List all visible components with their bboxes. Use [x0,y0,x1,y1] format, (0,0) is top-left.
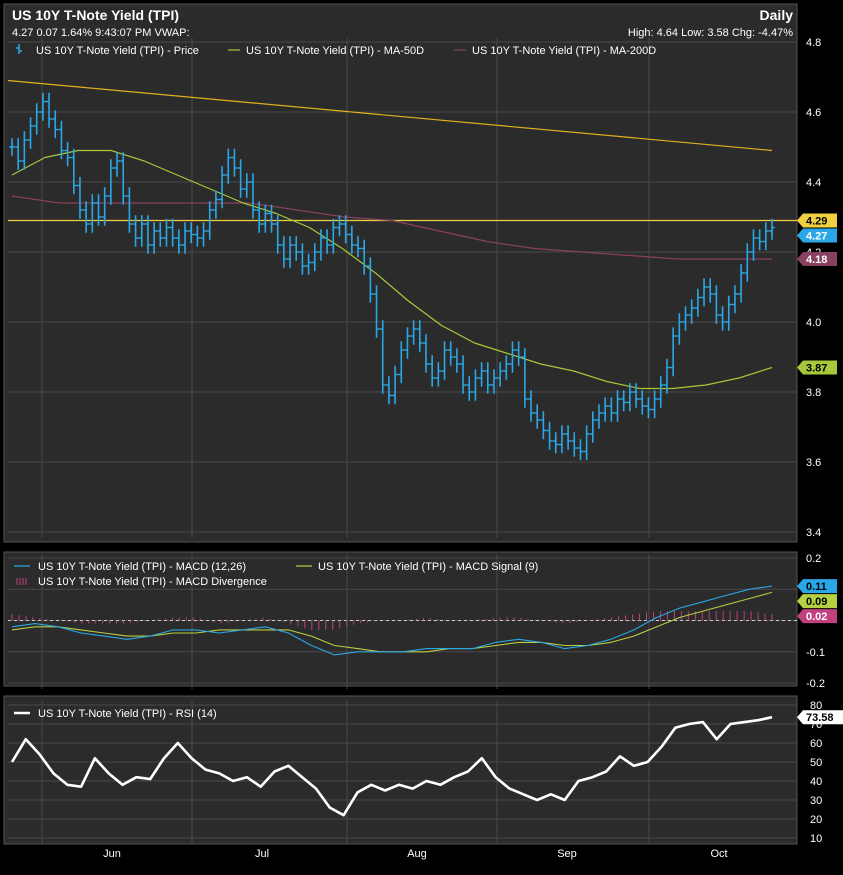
price-panel-bg [3,3,798,543]
price-ytick-label: 4.8 [806,37,821,49]
macd-value-tag: 0.09 [797,594,837,609]
price-value-tag: 4.18 [797,252,837,266]
xtick-label-jun: Jun [103,848,121,860]
macd-ytick-label: 0.2 [806,553,821,565]
legend-rsi-label: US 10Y T-Note Yield (TPI) - RSI (14) [38,708,217,720]
macd-value-tag: 0.11 [797,579,837,594]
rsi-ytick-label: 60 [810,738,822,750]
price-ytick-label: 4.4 [806,177,821,189]
price-value-tag-label: 4.29 [806,216,827,228]
legend-divergence-label: US 10Y T-Note Yield (TPI) - MACD Diverge… [38,576,267,588]
price-value-tag: 3.87 [797,360,837,375]
price-ytick-label: 4.6 [806,107,821,119]
macd-ytick-label: -0.1 [806,647,825,659]
rsi-value-tag-label: 73.58 [806,712,834,724]
price-value-tag-label: 3.87 [806,363,827,375]
macd-value-tag: 0.02 [797,609,837,624]
legend-signal-label: US 10Y T-Note Yield (TPI) - MACD Signal … [318,561,538,573]
rsi-ytick-label: 20 [810,814,822,826]
rsi-ytick-label: 40 [810,776,822,788]
xtick-label-oct: Oct [710,848,727,860]
price-value-tag: 4.27 [797,228,837,243]
price-ytick-label: 4.0 [806,317,821,329]
xtick-label-jul: Jul [255,848,269,860]
legend-ma200-label: US 10Y T-Note Yield (TPI) - MA-200D [472,45,656,57]
price-value-tag: 4.29 [797,213,837,228]
rsi-value-tag: 73.58 [797,710,843,725]
legend-ma50-label: US 10Y T-Note Yield (TPI) - MA-50D [246,45,424,57]
price-legend: US 10Y T-Note Yield (TPI) - Price US 10Y… [16,44,656,57]
xtick-label-sep: Sep [557,848,577,860]
rsi-ytick-label: 30 [810,795,822,807]
quote-line: 4.27 0.07 1.64% 9:43:07 PM VWAP: [12,27,190,39]
price-value-tag-label: 4.27 [806,231,827,243]
price-ytick-label: 3.6 [806,457,821,469]
price-value-tag-label: 4.18 [806,254,827,266]
macd-value-tag-label: 0.09 [806,596,827,608]
stats-line: High: 4.64 Low: 3.58 Chg: -4.47% [628,27,793,39]
macd-value-tag-label: 0.02 [806,611,827,623]
legend-price-label: US 10Y T-Note Yield (TPI) - Price [36,45,199,57]
price-ytick-label: 3.8 [806,387,821,399]
chart-canvas: 3.43.63.84.04.24.44.64.8JunJulAugSepOct0… [3,3,843,860]
rsi-ytick-label: 10 [810,833,822,845]
rsi-ytick-label: 50 [810,757,822,769]
price-ytick-label: 3.4 [806,527,821,539]
macd-ytick-label: -0.2 [806,678,825,690]
period-label: Daily [760,7,794,23]
chart-root: 3.43.63.84.04.24.44.64.8JunJulAugSepOct0… [0,0,843,870]
chart-title: US 10Y T-Note Yield (TPI) [12,7,179,23]
legend-macd-label: US 10Y T-Note Yield (TPI) - MACD (12,26) [38,561,246,573]
xtick-label-aug: Aug [407,848,427,860]
macd-value-tag-label: 0.11 [806,581,827,593]
rsi-legend: US 10Y T-Note Yield (TPI) - RSI (14) [14,708,217,720]
